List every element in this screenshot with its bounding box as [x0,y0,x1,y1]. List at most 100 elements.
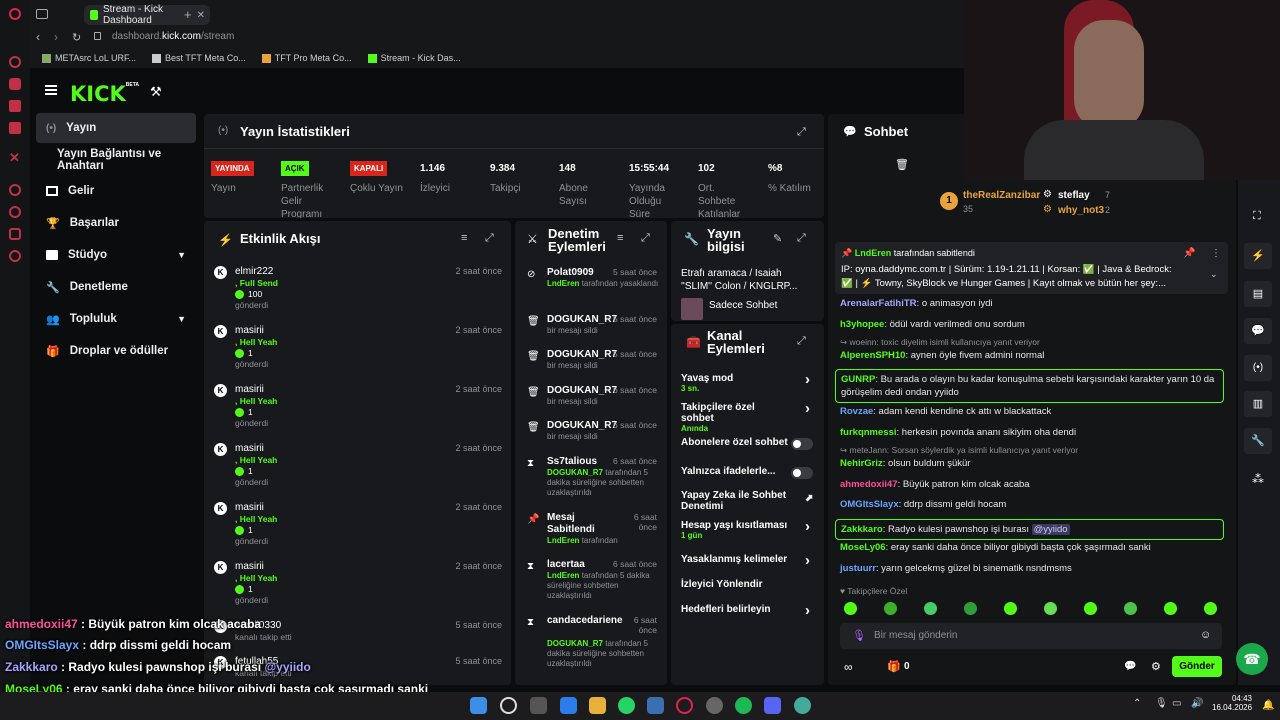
toggle-switch[interactable] [791,438,813,450]
feed-user[interactable]: masirii [235,384,264,395]
mod-target-user[interactable]: DOGUKAN_R7 [547,420,617,431]
emote-icon[interactable] [1204,602,1217,615]
back-icon[interactable]: ‹ [36,30,40,44]
sidebar-item-topluluk[interactable]: 👥 Topluluk ▼ [36,304,196,334]
player-icon[interactable] [9,184,21,196]
bookmark-metasrc[interactable]: METAsrc LoL URF... [42,53,136,63]
gear-icon[interactable]: ⚙ [1151,660,1161,673]
lightning-icon[interactable]: ⚡ [1244,243,1272,269]
chat-message[interactable]: h3yhopee: ödül vardı verilmedi onu sordu… [840,318,1222,331]
search-icon[interactable] [500,697,517,714]
mod-target-user[interactable]: DOGUKAN_R7 [547,349,617,360]
channel-action[interactable]: Hedefleri belirleyin › [681,602,813,630]
channel-action[interactable]: Hesap yaşı kısıtlaması 1 gün › [681,518,813,546]
feed-item[interactable]: Kmasirii 2 saat önce , Hell Yeah 1 gönderdi [214,443,504,493]
chat-username[interactable]: Zakkkaro [841,524,883,535]
fullscreen-icon[interactable]: ⛶ [1253,210,1261,223]
microphone-icon[interactable]: 🎙 [1155,698,1168,709]
kick-logo[interactable]: KICKBETA [70,82,139,106]
moderation-item[interactable]: ⧗ lacertaa 6 saat önce LndEren tarafından 5… [527,559,659,600]
moderation-item[interactable]: ⊘ Polat0909 5 saat önce LndEren tarafından … [527,267,659,307]
sidebar-item-gelir[interactable]: Gelir [36,176,196,206]
spotify-icon[interactable] [735,697,752,714]
reload-icon[interactable]: ↻ [72,31,81,44]
filter-icon[interactable]: ≡ [617,232,623,244]
feed-user[interactable]: elmir222 [235,266,273,277]
expand-icon[interactable]: ⤢ [797,126,806,139]
chat-message[interactable]: NehirGriz: olsun buldum şükür [840,457,1222,470]
instagram-icon[interactable] [9,122,21,134]
chat-username[interactable]: AlperenSPH10 [840,350,905,361]
moderation-item[interactable]: 🗑 DOGUKAN_R7 6 saat önce bir mesajı sildi [527,420,659,460]
emote-icon[interactable] [1004,602,1017,615]
leaderboard-name[interactable]: theRealZanzibar [963,190,1040,201]
new-tab-icon[interactable]: + [184,7,192,22]
bookmark-tft-pro[interactable]: TFT Pro Meta Co... [261,53,352,63]
chat-username[interactable]: OMGItsSlayx [840,499,899,510]
settings-icon[interactable] [9,250,21,262]
chat-message[interactable]: ArenalarFatihiTR: o animasyon iydi [840,297,1222,310]
channel-action[interactable]: Takipçilere özel sohbet Anında › [681,400,813,433]
more-icon[interactable]: ⋮ [1211,248,1221,259]
channel-action[interactable]: İzleyici Yönlendir [681,579,813,605]
moderation-item[interactable]: 🗑 DOGUKAN_R7 5 saat önce bir mesajı sildi [527,349,659,389]
sidebar-item-yayin[interactable]: (•) Yayın [36,113,196,143]
filter-icon[interactable]: ≡ [461,232,467,244]
feed-user[interactable]: masirii [235,443,264,454]
chat-username[interactable]: ahmedoxii47 [840,479,898,490]
mod-target-user[interactable]: Mesaj Sabitlendi [547,512,617,536]
feed-user[interactable]: masirii [235,561,264,572]
moderation-item[interactable]: ⧗ candacedariene 6 saat önce DOGUKAN_R7 tar… [527,615,659,668]
mod-target-user[interactable]: lacertaa [547,559,585,570]
bookmark-icon[interactable] [9,228,21,240]
mod-target-user[interactable]: candacedariene [547,615,623,627]
emote-icon[interactable] [1164,602,1177,615]
emote-icon[interactable] [1124,602,1137,615]
hammer-icon[interactable]: ⚒ [150,84,162,100]
chat-message[interactable]: Zakkkaro: Radyo kulesi pawnshop işi bura… [835,519,1224,540]
emote-icon[interactable] [844,602,857,615]
feed-item[interactable]: Kmasirii 2 saat önce , Hell Yeah 1 gönderdi [214,384,504,434]
discord-icon[interactable] [764,697,781,714]
tab-menu-icon[interactable] [36,9,48,19]
network-icon[interactable]: ▭ [1172,698,1181,709]
refresh-icon[interactable] [9,56,21,68]
globe-icon[interactable] [794,697,811,714]
chat-username[interactable]: GUNRP [841,374,875,385]
bookmark-best-tft[interactable]: Best TFT Meta Co... [152,53,246,63]
emote-icon[interactable] [1084,602,1097,615]
sidebar-item-studyo[interactable]: Stüdyo ▼ [36,240,196,270]
sidebar-item-droplar[interactable]: 🎁 Droplar ve ödüller [36,336,196,366]
chat-icon[interactable]: 💬 [1244,318,1272,344]
app-icon[interactable] [647,697,664,714]
chat-message[interactable]: ahmedoxii47: Büyük patron kim olcak acab… [840,478,1222,491]
emote-icon[interactable] [924,602,937,615]
channel-action[interactable]: Yalnızca ifadelerle... [681,466,813,492]
tray-chevron-icon[interactable]: ⌃ [1133,698,1141,709]
chat-message[interactable]: OMGItsSlayx: ddrp dissmi geldi hocam [840,498,1222,511]
moderation-item[interactable]: ⧗ Ss7talious 6 saat önce DOGUKAN_R7 tarafın… [527,456,659,497]
expand-icon[interactable]: ⤢ [797,335,806,348]
mod-target-user[interactable]: DOGUKAN_R7 [547,385,617,396]
start-icon[interactable] [470,697,487,714]
bookmark-kick-dashboard[interactable]: Stream - Kick Das... [367,53,461,63]
emote-icon[interactable] [964,602,977,615]
x-icon[interactable]: ✕ [9,151,21,164]
feed-user[interactable]: masirii [235,325,264,336]
chat-username[interactable]: furkqnmessi [840,427,897,438]
emote-icon[interactable] [884,602,897,615]
leaderboard-name[interactable]: why_not3 [1058,205,1104,216]
feed-item[interactable]: Kmasirii 2 saat önce , Hell Yeah 1 gönderdi [214,502,504,552]
share-icon[interactable]: ⁂ [1252,472,1264,486]
close-tab-icon[interactable]: ✕ [197,10,205,21]
sidebar-item-denetleme[interactable]: 🔧 Denetleme [36,272,196,302]
chat-username[interactable]: Rovzae [840,406,873,417]
layout-icon[interactable]: ▥ [1244,391,1272,417]
chat-mention[interactable]: @yyiido [1031,524,1070,535]
history-icon[interactable] [9,206,21,218]
support-icon[interactable]: ☎ [1236,643,1268,675]
chat-message[interactable]: justuurr: yarın gelcekmş güzel bi sinema… [840,562,1222,575]
task-view-icon[interactable] [530,697,547,714]
sidebar-item-stream-key[interactable]: Yayın Bağlantısı ve Anahtarı [36,145,196,175]
wrench-icon[interactable]: 🔧 [1244,428,1272,454]
